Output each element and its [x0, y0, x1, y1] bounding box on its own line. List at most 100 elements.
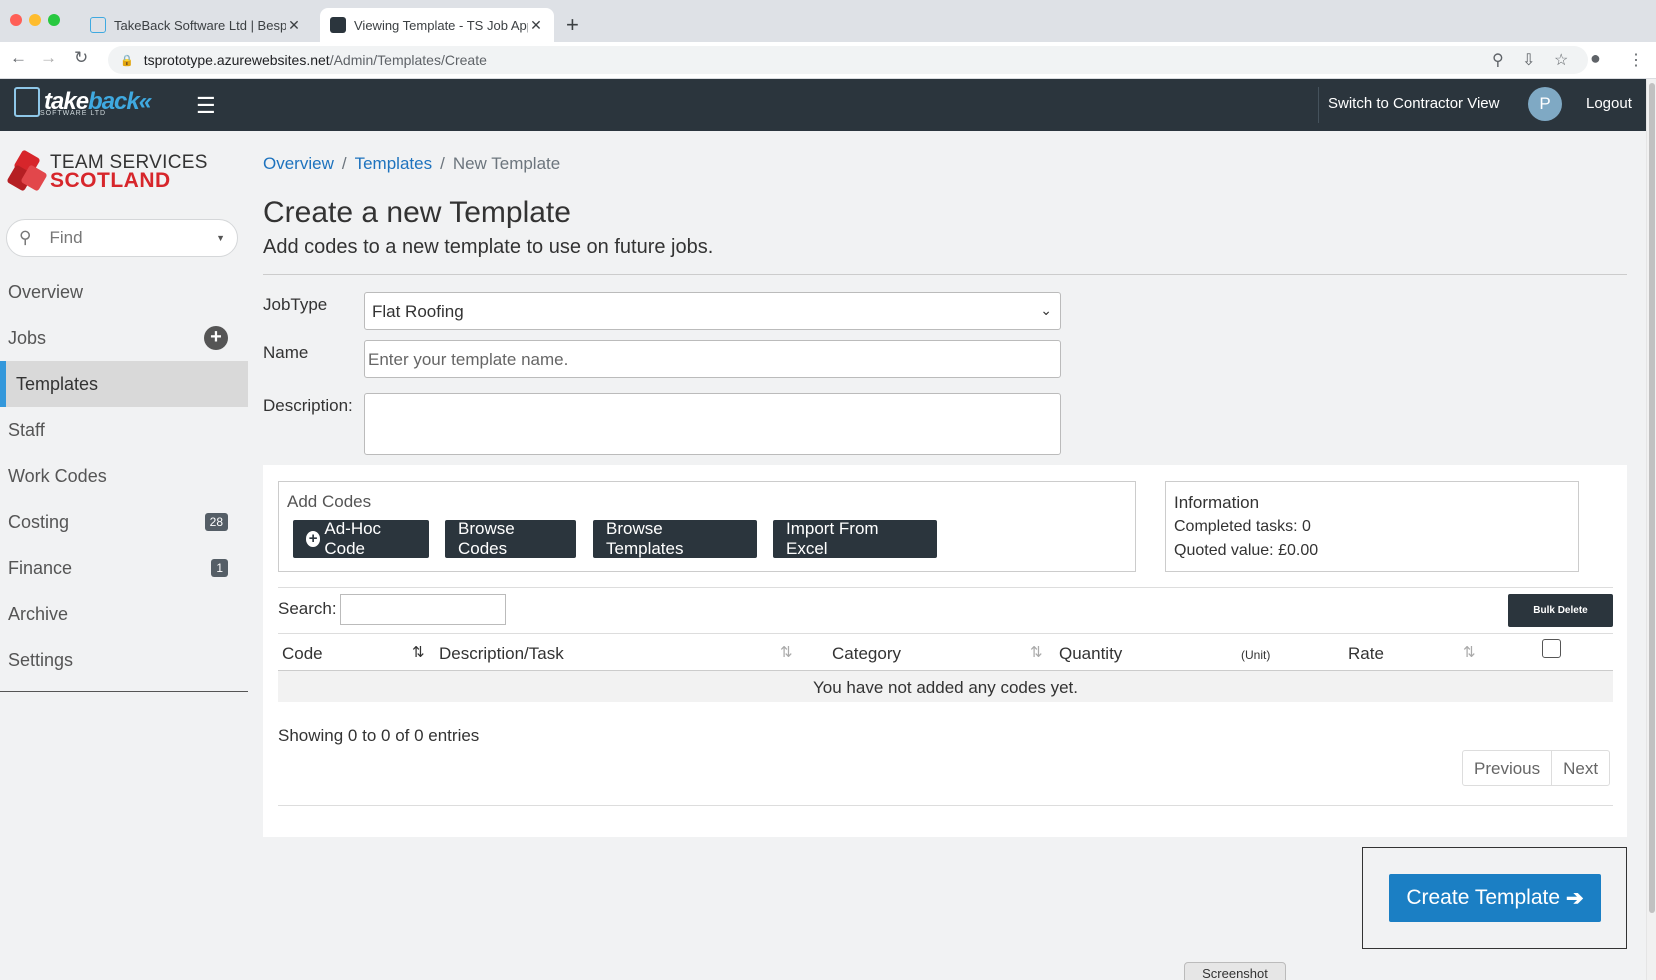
create-template-button[interactable]: Create Template ➔ — [1389, 874, 1601, 922]
sidebar-item-staff[interactable]: Staff — [0, 407, 248, 453]
search-icon: ⚲ — [19, 228, 32, 247]
sort-icon[interactable]: ⇅ — [1030, 643, 1043, 661]
new-tab-icon[interactable]: + — [566, 12, 579, 38]
sidebar-item-work-codes[interactable]: Work Codes — [0, 453, 248, 499]
minimize-window-dot[interactable] — [29, 14, 41, 26]
sidebar-nav: Overview Jobs + Templates Staff Work Code… — [0, 269, 248, 683]
sort-icon[interactable]: ⇅ — [412, 643, 425, 661]
count-badge: 1 — [211, 559, 228, 577]
header-divider-line — [278, 633, 1613, 634]
table-search-input[interactable] — [340, 594, 506, 625]
jobtype-select[interactable]: Flat Roofing ⌄ — [364, 292, 1061, 330]
url-path: /Admin/Templates/Create — [329, 52, 487, 68]
app-header: takeback« SOFTWARE LTD ☰ Switch to Contr… — [0, 79, 1646, 131]
codes-panel: Add Codes + Ad-Hoc Code Browse Codes Brow… — [263, 465, 1627, 837]
tab-title: TakeBack Software Ltd | Bespo — [114, 17, 286, 33]
location-pin-icon[interactable]: ⚲ — [1492, 50, 1504, 70]
team-services-scotland-logo: TEAM SERVICES SCOTLAND — [6, 149, 208, 192]
lock-icon: 🔒 — [120, 54, 134, 67]
browse-codes-button[interactable]: Browse Codes — [445, 519, 576, 558]
browser-tab-takeback[interactable]: TakeBack Software Ltd | Bespo ✕ — [80, 8, 312, 42]
back-arrow-icon[interactable]: ← — [10, 48, 27, 68]
reload-icon[interactable]: ↻ — [74, 48, 88, 68]
jobtype-value: Flat Roofing — [372, 302, 464, 321]
sort-icon[interactable]: ⇅ — [1463, 643, 1476, 661]
information-box: Information Completed tasks: 0 Quoted va… — [1165, 481, 1579, 572]
switch-contractor-view-link[interactable]: Switch to Contractor View — [1328, 95, 1499, 112]
sidebar-item-finance[interactable]: Finance 1 — [0, 545, 248, 591]
page-subtitle: Add codes to a new template to use on fu… — [263, 236, 714, 258]
caret-down-icon[interactable]: ▼ — [216, 233, 225, 243]
profile-icon[interactable]: ● — [1590, 48, 1601, 69]
completed-tasks: Completed tasks: 0 — [1174, 518, 1311, 535]
bulk-delete-button[interactable]: Bulk Delete — [1508, 594, 1613, 627]
import-from-excel-button[interactable]: Import From Excel — [773, 519, 937, 558]
plus-circle-icon: + — [306, 531, 321, 547]
sort-icon[interactable]: ⇅ — [780, 643, 793, 661]
column-header-quantity[interactable]: Quantity — [1059, 644, 1122, 664]
previous-page-button[interactable]: Previous — [1463, 751, 1551, 785]
column-header-description[interactable]: Description/Task — [439, 644, 564, 664]
quoted-value: Quoted value: £0.00 — [1174, 542, 1319, 559]
arrow-right-icon: ➔ — [1566, 886, 1584, 910]
logo-subtitle: SOFTWARE LTD — [40, 110, 107, 117]
zoom-window-dot[interactable] — [48, 14, 60, 26]
sidebar-item-templates[interactable]: Templates — [0, 361, 248, 407]
information-title: Information — [1174, 493, 1260, 512]
name-placeholder: Enter your template name. — [368, 350, 569, 369]
close-icon[interactable]: ✕ — [286, 17, 302, 34]
url-host: tsprototype.azurewebsites.net — [143, 52, 330, 68]
sidebar-item-archive[interactable]: Archive — [0, 591, 248, 637]
column-header-unit: (Unit) — [1241, 648, 1271, 662]
chevron-down-icon: ⌄ — [1040, 302, 1052, 318]
sidebar-item-jobs[interactable]: Jobs + — [0, 315, 248, 361]
column-header-rate[interactable]: Rate — [1348, 644, 1384, 664]
sidebar-item-settings[interactable]: Settings — [0, 637, 248, 683]
select-all-checkbox[interactable] — [1542, 639, 1561, 658]
count-badge: 28 — [204, 513, 228, 531]
close-window-dot[interactable] — [10, 14, 22, 26]
address-bar[interactable]: 🔒 tsprototype.azurewebsites.net/Admin/Te… — [108, 46, 1588, 74]
install-app-icon[interactable]: ⇩ — [1522, 50, 1535, 70]
column-header-category[interactable]: Category — [832, 644, 901, 664]
avatar[interactable]: P — [1528, 87, 1562, 121]
screenshot-tab[interactable]: Screenshot — [1184, 962, 1286, 980]
forward-arrow-icon[interactable]: → — [40, 48, 57, 68]
entries-info: Showing 0 to 0 of 0 entries — [278, 726, 480, 745]
browser-toolbar: ← → ↻ 🔒 tsprototype.azurewebsites.net/Ad… — [0, 42, 1656, 79]
description-label: Description: — [263, 396, 353, 415]
jobtype-label: JobType — [263, 295, 328, 314]
pagination: Previous Next — [1462, 750, 1611, 786]
browser-tab-bar: TakeBack Software Ltd | Bespo ✕ Viewing … — [0, 0, 1656, 42]
add-codes-group: Add Codes + Ad-Hoc Code Browse Codes Brow… — [278, 481, 1136, 572]
column-header-code[interactable]: Code — [282, 644, 323, 664]
logo-mark-icon — [14, 87, 40, 117]
find-placeholder: Find — [49, 228, 83, 247]
create-template-container: Create Template ➔ — [1362, 847, 1627, 949]
bookmark-star-icon[interactable]: ☆ — [1554, 50, 1568, 70]
breadcrumb-templates[interactable]: Templates — [355, 154, 432, 173]
menu-toggle-icon[interactable]: ☰ — [196, 93, 216, 119]
title-divider — [263, 274, 1627, 275]
browse-templates-button[interactable]: Browse Templates — [593, 519, 757, 558]
empty-table-row: You have not added any codes yet. — [278, 670, 1613, 702]
logout-link[interactable]: Logout — [1586, 95, 1632, 112]
add-job-icon[interactable]: + — [204, 326, 228, 350]
sidebar-item-costing[interactable]: Costing 28 — [0, 499, 248, 545]
page-scrollbar[interactable] — [1646, 79, 1656, 980]
description-textarea[interactable] — [364, 393, 1061, 455]
sidebar-divider — [0, 691, 248, 692]
close-icon[interactable]: ✕ — [528, 17, 544, 34]
find-input[interactable]: ⚲ Find ▼ — [6, 219, 238, 257]
scrollbar-thumb[interactable] — [1649, 83, 1655, 913]
sidebar-item-overview[interactable]: Overview — [0, 269, 248, 315]
next-page-button[interactable]: Next — [1551, 751, 1609, 785]
template-name-input[interactable]: Enter your template name. — [364, 340, 1061, 378]
name-label: Name — [263, 343, 309, 362]
adhoc-code-button[interactable]: + Ad-Hoc Code — [293, 519, 429, 558]
brand-hexagon-icon — [6, 149, 48, 192]
kebab-menu-icon[interactable]: ⋮ — [1628, 50, 1644, 70]
breadcrumb-overview[interactable]: Overview — [263, 154, 334, 173]
brand-line-2: SCOTLAND — [50, 169, 171, 192]
browser-tab-viewing-template[interactable]: Viewing Template - TS Job App ✕ — [320, 8, 554, 42]
